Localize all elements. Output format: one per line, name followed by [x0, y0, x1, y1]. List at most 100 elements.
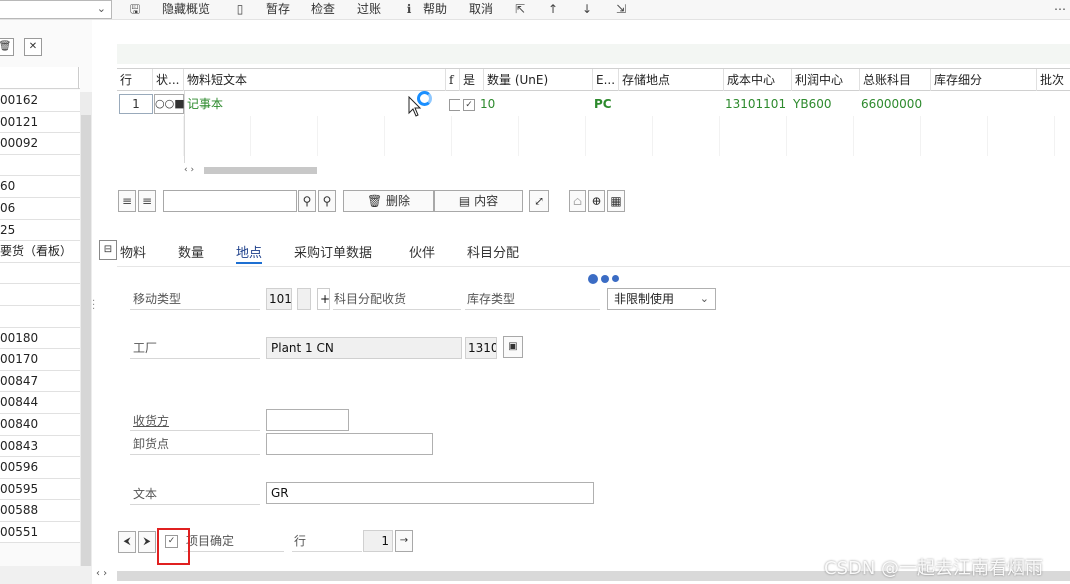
post-button[interactable]: 过账	[357, 1, 381, 17]
cancel-button[interactable]: 取消	[469, 1, 493, 17]
check-button[interactable]: 检查	[311, 1, 335, 17]
col-status[interactable]: 状...	[153, 69, 184, 91]
panel-nav-arrows-icon[interactable]: ‹ ›	[96, 568, 107, 579]
col-stock-detail[interactable]: 库存细分	[931, 69, 1037, 91]
previous-page-icon[interactable]: ↑	[545, 1, 561, 17]
scroll-thumb[interactable]	[204, 167, 317, 174]
list-item[interactable]	[0, 262, 80, 285]
col-cost-center[interactable]: 成本中心	[724, 69, 792, 91]
hide-overview-button[interactable]: 隐藏概览	[162, 1, 210, 17]
go-to-line-icon[interactable]: →	[395, 530, 413, 552]
search-icon[interactable]: ⚲	[298, 190, 316, 212]
calendar-icon[interactable]: ▦	[607, 190, 625, 212]
list-item[interactable]: 00551	[0, 521, 80, 544]
grid-search-input[interactable]	[163, 190, 297, 212]
col-quantity[interactable]: 数量 (UnE)	[484, 69, 593, 91]
line-number-field[interactable]: 1	[363, 530, 393, 552]
expand-icon[interactable]: ⤢	[529, 190, 549, 212]
cell-quantity[interactable]: 10	[477, 92, 577, 116]
list-item[interactable]	[0, 154, 80, 177]
col-gl-account[interactable]: 总账科目	[860, 69, 931, 91]
list-item[interactable]: 00595	[0, 478, 80, 501]
cell-item-ok-checkbox[interactable]: ✓	[460, 92, 476, 116]
last-page-icon[interactable]: ⇲	[613, 1, 629, 17]
overview-scroll-thumb[interactable]	[81, 115, 91, 575]
col-flag[interactable]: f	[446, 69, 460, 91]
tab-partner[interactable]: 伙伴	[409, 244, 435, 264]
list-item[interactable]: 00170	[0, 349, 80, 371]
chevron-down-icon[interactable]: ⌄	[97, 2, 106, 15]
unloading-point-input[interactable]	[266, 433, 433, 455]
document-icon[interactable]: ▯	[232, 1, 248, 17]
text-input[interactable]: GR	[266, 482, 594, 504]
list-item[interactable]: 00843	[0, 435, 80, 458]
tab-quantity[interactable]: 数量	[178, 244, 204, 264]
next-page-icon[interactable]: ↓	[579, 1, 595, 17]
cell-profit-center[interactable]: YB600	[790, 92, 858, 116]
home-icon[interactable]: ⌂	[569, 190, 586, 212]
list-item[interactable]	[0, 284, 80, 306]
col-yes[interactable]: 是	[460, 69, 484, 91]
previous-item-icon[interactable]: ⮜	[118, 531, 136, 553]
save-icon[interactable]: 🖫	[127, 1, 143, 17]
align-left-icon[interactable]: ≡	[118, 190, 136, 212]
grid-horizontal-scrollbar[interactable]: ‹ ›	[184, 164, 1070, 176]
cell-gl-account[interactable]: 66000000	[858, 92, 929, 116]
more-icon[interactable]: ⋯	[1052, 1, 1068, 17]
content-button[interactable]: ▤ 内容	[434, 190, 523, 212]
command-field-dropdown[interactable]: ⌄	[0, 0, 112, 19]
tab-location[interactable]: 地点	[236, 244, 263, 264]
stock-type-dropdown[interactable]: 非限制使用 ⌄	[607, 288, 716, 310]
table-row[interactable]: 1 ○○■ 记事本 ✓ 10 PC 13101101 YB600 6600000…	[117, 92, 1070, 116]
list-item[interactable]: 00180	[0, 327, 80, 350]
plant-code-field[interactable]: 1310	[465, 337, 497, 359]
scroll-arrows-icon[interactable]: ‹ ›	[184, 164, 194, 176]
movement-indicator-field[interactable]	[297, 288, 311, 310]
tab-overview-icon[interactable]: ⊟	[99, 240, 117, 260]
save-draft-button[interactable]: 暂存	[266, 1, 290, 17]
help-icon[interactable]: ℹ	[401, 1, 417, 17]
list-item[interactable]: 00162	[0, 90, 80, 112]
list-item[interactable]	[0, 305, 80, 328]
col-batch[interactable]: 批次	[1037, 69, 1070, 91]
plant-name-field[interactable]: Plant 1 CN	[266, 337, 462, 359]
cell-flag-checkbox[interactable]	[446, 92, 460, 116]
search-next-icon[interactable]: ⚲	[318, 190, 336, 212]
tab-po-data[interactable]: 采购订单数据	[294, 244, 372, 264]
align-right-icon[interactable]: ≡	[138, 190, 156, 212]
list-item[interactable]: 06	[0, 197, 80, 220]
tab-material[interactable]: 物料	[120, 244, 146, 264]
col-profit-center[interactable]: 利润中心	[792, 69, 860, 91]
list-item[interactable]: 60	[0, 176, 80, 198]
list-item[interactable]: 00092	[0, 133, 80, 155]
plus-indicator[interactable]: +	[317, 288, 330, 310]
cell-cost-center[interactable]: 13101101	[722, 92, 790, 116]
col-short-text[interactable]: 物料短文本	[184, 69, 446, 91]
delete-icon[interactable]: 🗑	[0, 38, 14, 56]
col-storage-location[interactable]: 存储地点	[619, 69, 724, 91]
list-item[interactable]: 00596	[0, 457, 80, 479]
plant-image-icon[interactable]: ▣	[503, 336, 523, 358]
splitter-grip-icon[interactable]: · · ·	[92, 297, 95, 315]
list-item[interactable]: 25	[0, 219, 80, 242]
row-number[interactable]: 1	[119, 94, 153, 114]
cell-short-text[interactable]: 记事本	[184, 92, 446, 116]
col-line[interactable]: 行	[117, 69, 153, 91]
help-button[interactable]: 帮助	[423, 1, 447, 17]
movement-type-field[interactable]: 101	[266, 288, 292, 310]
first-page-icon[interactable]: ⇱	[512, 1, 528, 17]
list-item[interactable]: 00844	[0, 392, 80, 414]
next-item-icon[interactable]: ⮞	[138, 531, 156, 553]
delete-button[interactable]: 🗑 删除	[343, 190, 434, 212]
add-icon[interactable]: ⊕	[588, 190, 605, 212]
list-item[interactable]: 00840	[0, 413, 80, 436]
tab-account-assignment[interactable]: 科目分配	[467, 244, 519, 264]
list-item[interactable]: 要货（看板）	[0, 241, 80, 263]
list-item[interactable]: 00588	[0, 500, 80, 522]
close-icon[interactable]: ✕	[24, 38, 42, 56]
cell-unit[interactable]: PC	[591, 92, 617, 116]
list-item[interactable]: 00121	[0, 111, 80, 134]
list-item[interactable]: 00847	[0, 370, 80, 393]
col-unit[interactable]: E...	[593, 69, 619, 91]
recipient-input[interactable]	[266, 409, 349, 431]
